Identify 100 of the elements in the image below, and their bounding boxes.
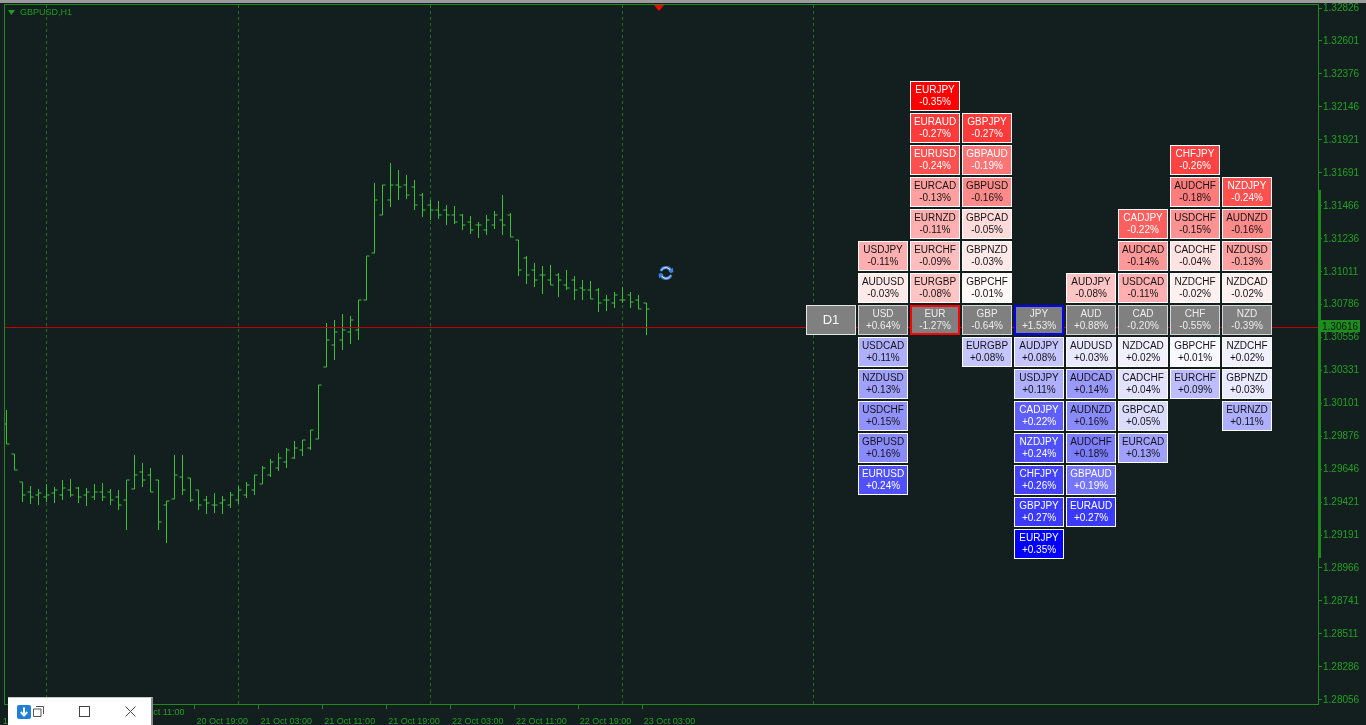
currency-code: CAD <box>1132 308 1154 320</box>
maximize-button[interactable] <box>79 706 90 717</box>
time-label: ct 11:00 <box>153 707 185 719</box>
price-label: 1.30556 <box>1323 332 1360 343</box>
close-icon <box>125 706 136 717</box>
time-label: 22 Oct 03:00 <box>452 716 504 725</box>
pair-symbol: GBPAUD <box>1070 468 1112 480</box>
current-price-label: 1.30616 <box>1319 320 1361 332</box>
caret-icon[interactable] <box>8 10 15 15</box>
pair-symbol: GBPCAD <box>1121 404 1165 416</box>
pair-change: +0.26% <box>1021 480 1057 492</box>
currency-change: -1.27% <box>919 320 951 332</box>
pair-change: -0.02% <box>1179 288 1211 300</box>
time-label: 22 Oct 19:00 <box>579 716 632 725</box>
pair-change: +0.05% <box>1125 416 1161 428</box>
time-label: 21 Oct 11:00 <box>324 716 376 725</box>
price-label: 1.28741 <box>1323 595 1360 606</box>
pair-symbol: AUDNZD <box>1070 404 1112 416</box>
time-label: 21 Oct 03:00 <box>260 716 312 725</box>
pair-change: +0.14% <box>1073 384 1109 396</box>
price-label: 1.28511 <box>1323 628 1359 639</box>
pair-change: +0.13% <box>865 384 901 396</box>
pair-change: +0.22% <box>1021 416 1057 428</box>
pair-symbol: NZDCHF <box>1174 276 1216 288</box>
pair-change: +0.16% <box>1073 416 1109 428</box>
pair-symbol: EURNZD <box>1226 404 1268 416</box>
pair-change: -0.24% <box>1231 192 1263 204</box>
pair-change: +0.09% <box>1177 384 1213 396</box>
currency-code: AUD <box>1080 308 1102 320</box>
pair-change: -0.19% <box>971 160 1003 172</box>
pair-symbol: AUDNZD <box>1226 212 1268 224</box>
pair-symbol: GBPUSD <box>965 180 1009 192</box>
pair-change: +0.13% <box>1125 448 1161 460</box>
pair-change: +0.24% <box>1021 448 1057 460</box>
restore-button[interactable] <box>33 706 44 717</box>
pair-change: -0.14% <box>1127 256 1159 268</box>
pair-change: -0.16% <box>1231 224 1263 236</box>
pair-symbol: EURUSD <box>861 468 905 480</box>
pair-change: -0.04% <box>1179 256 1211 268</box>
pair-symbol: AUDJPY <box>1019 340 1059 352</box>
pair-symbol: GBPNZD <box>1226 372 1268 384</box>
pair-change: +0.27% <box>1073 512 1109 524</box>
time-label: 22 Oct 11:00 <box>515 716 567 725</box>
pair-change: +0.03% <box>1229 384 1265 396</box>
pair-symbol: AUDUSD <box>861 276 905 288</box>
pair-symbol: AUDJPY <box>1071 276 1111 288</box>
pair-change: +0.01% <box>1177 352 1213 364</box>
currency-code: USD <box>872 308 894 320</box>
time-label: 20 Oct 19:00 <box>196 716 249 725</box>
pair-symbol: EURCAD <box>1121 436 1165 448</box>
pair-change: +0.19% <box>1073 480 1109 492</box>
pair-symbol: EURAUD <box>913 116 957 128</box>
currency-code: JPY <box>1029 308 1049 320</box>
pair-change: -0.22% <box>1127 224 1159 236</box>
pair-change: -0.27% <box>919 128 951 140</box>
pair-change: -0.11% <box>919 224 951 236</box>
price-label: 1.30101 <box>1323 398 1360 409</box>
price-label: 1.29191 <box>1323 530 1360 540</box>
pair-symbol: CHFJPY <box>1175 148 1215 160</box>
triangle-icon[interactable] <box>654 5 664 11</box>
price-label: 1.31921 <box>1323 134 1360 145</box>
pair-symbol: NZDUSD <box>1226 244 1268 256</box>
arrow-down-icon[interactable] <box>17 704 31 719</box>
pair-symbol: NZDJPY <box>1019 436 1059 448</box>
pair-change: -0.13% <box>1231 256 1263 268</box>
price-label: 1.32376 <box>1323 68 1360 79</box>
pair-change: -0.35% <box>919 96 951 108</box>
pair-symbol: EURAUD <box>1069 500 1113 512</box>
pair-change: -0.13% <box>919 192 951 204</box>
pair-symbol: EURCHF <box>914 244 956 256</box>
pair-symbol: AUDCHF <box>1174 180 1216 192</box>
close-button[interactable] <box>125 706 136 717</box>
pair-symbol: CADCHF <box>1122 372 1164 384</box>
pair-symbol: EURNZD <box>914 212 956 224</box>
maximize-icon <box>79 706 90 717</box>
refresh-icon[interactable] <box>658 265 674 281</box>
pair-symbol: USDCHF <box>862 404 904 416</box>
pair-symbol: USDJPY <box>1019 372 1059 384</box>
pair-symbol: GBPNZD <box>966 244 1008 256</box>
pair-symbol: EURCAD <box>913 180 957 192</box>
price-label: 1.31466 <box>1323 200 1360 211</box>
pair-symbol: CADCHF <box>1174 244 1216 256</box>
currency-change: +1.53% <box>1021 320 1057 332</box>
time-label: 1 <box>2 716 8 725</box>
pair-change: -0.18% <box>1179 192 1211 204</box>
pair-symbol: EURGBP <box>913 276 957 288</box>
pair-change: -0.03% <box>971 256 1003 268</box>
pair-symbol: AUDUSD <box>1069 340 1113 352</box>
pair-change: +0.08% <box>969 352 1005 364</box>
pair-symbol: NZDUSD <box>862 372 904 384</box>
timeframe-button[interactable]: D1 <box>806 305 856 335</box>
price-label: 1.32146 <box>1323 101 1360 112</box>
pair-symbol: USDCAD <box>1121 276 1165 288</box>
price-label: 1.28966 <box>1323 562 1360 573</box>
time-label: 21 Oct 19:00 <box>388 716 440 725</box>
pair-symbol: GBPCHF <box>1174 340 1216 352</box>
pair-change: -0.03% <box>867 288 899 300</box>
pair-symbol: USDCHF <box>1174 212 1216 224</box>
pair-symbol: NZDCAD <box>1122 340 1164 352</box>
price-label: 1.31011 <box>1323 266 1359 277</box>
